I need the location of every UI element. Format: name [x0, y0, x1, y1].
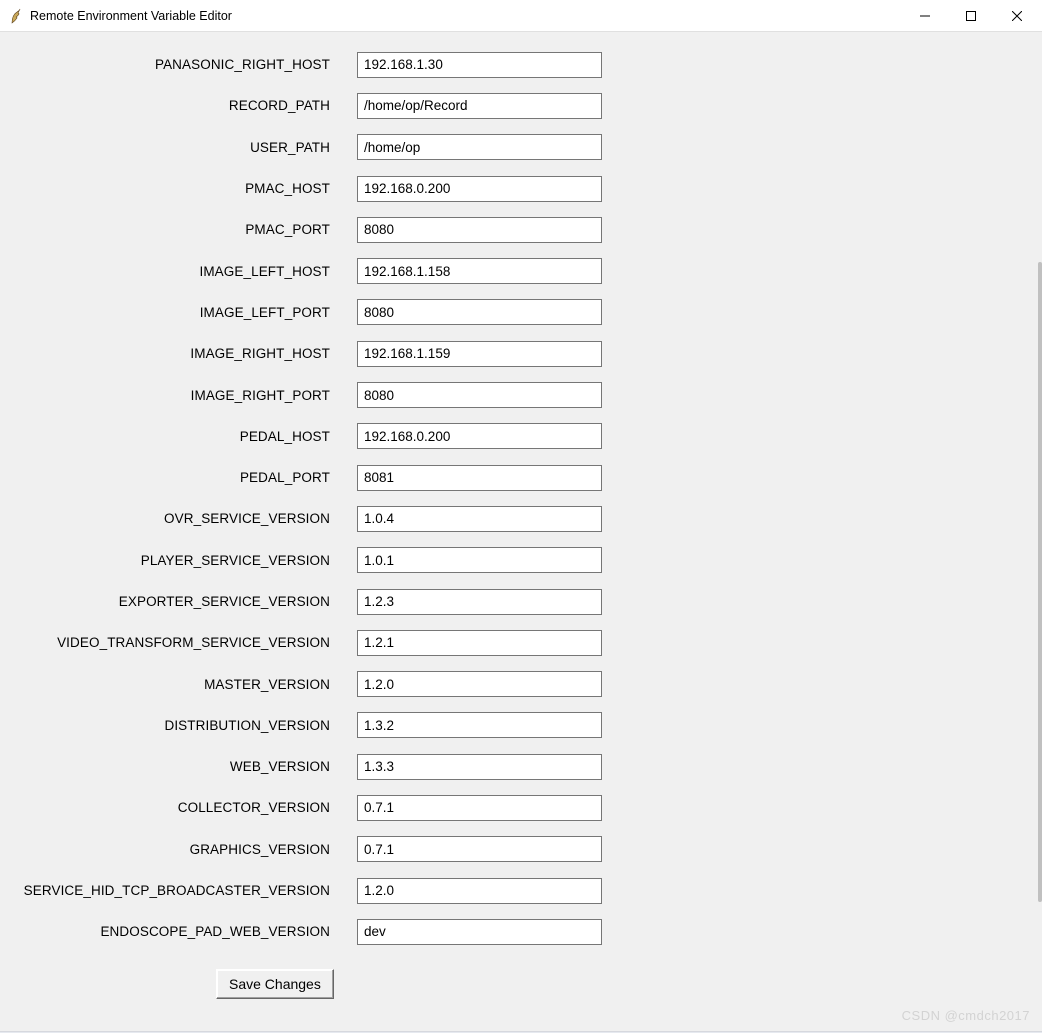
- field-row: COLLECTOR_VERSION: [0, 787, 1042, 828]
- field-row: PLAYER_SERVICE_VERSION: [0, 540, 1042, 581]
- field-input[interactable]: [357, 506, 602, 532]
- window-title: Remote Environment Variable Editor: [30, 9, 902, 23]
- field-row: PMAC_PORT: [0, 209, 1042, 250]
- field-input[interactable]: [357, 671, 602, 697]
- field-input[interactable]: [357, 258, 602, 284]
- field-input[interactable]: [357, 299, 602, 325]
- maximize-button[interactable]: [948, 0, 994, 31]
- field-label: IMAGE_LEFT_HOST: [0, 264, 340, 279]
- field-row: EXPORTER_SERVICE_VERSION: [0, 581, 1042, 622]
- field-input[interactable]: [357, 712, 602, 738]
- scrollbar[interactable]: [1036, 32, 1042, 975]
- field-input[interactable]: [357, 423, 602, 449]
- minimize-button[interactable]: [902, 0, 948, 31]
- field-input[interactable]: [357, 547, 602, 573]
- field-input[interactable]: [357, 836, 602, 862]
- field-label: IMAGE_RIGHT_HOST: [0, 346, 340, 361]
- close-button[interactable]: [994, 0, 1040, 31]
- field-row: USER_PATH: [0, 127, 1042, 168]
- field-label: ENDOSCOPE_PAD_WEB_VERSION: [0, 924, 340, 939]
- field-row: VIDEO_TRANSFORM_SERVICE_VERSION: [0, 622, 1042, 663]
- field-label: RECORD_PATH: [0, 98, 340, 113]
- field-input[interactable]: [357, 589, 602, 615]
- field-row: PANASONIC_RIGHT_HOST: [0, 44, 1042, 85]
- app-icon: [8, 8, 24, 24]
- field-label: PLAYER_SERVICE_VERSION: [0, 553, 340, 568]
- field-input[interactable]: [357, 878, 602, 904]
- field-label: PANASONIC_RIGHT_HOST: [0, 57, 340, 72]
- field-label: GRAPHICS_VERSION: [0, 842, 340, 857]
- field-row: ENDOSCOPE_PAD_WEB_VERSION: [0, 911, 1042, 952]
- field-row: IMAGE_RIGHT_PORT: [0, 374, 1042, 415]
- field-input[interactable]: [357, 754, 602, 780]
- field-row: SERVICE_HID_TCP_BROADCASTER_VERSION: [0, 870, 1042, 911]
- field-row: OVR_SERVICE_VERSION: [0, 498, 1042, 539]
- field-input[interactable]: [357, 93, 602, 119]
- field-label: DISTRIBUTION_VERSION: [0, 718, 340, 733]
- field-label: SERVICE_HID_TCP_BROADCASTER_VERSION: [0, 883, 340, 898]
- field-row: RECORD_PATH: [0, 85, 1042, 126]
- field-input[interactable]: [357, 919, 602, 945]
- field-row: PMAC_HOST: [0, 168, 1042, 209]
- save-button[interactable]: Save Changes: [216, 969, 334, 999]
- field-label: IMAGE_RIGHT_PORT: [0, 388, 340, 403]
- field-input[interactable]: [357, 134, 602, 160]
- button-row: Save Changes: [0, 953, 1042, 999]
- field-label: OVR_SERVICE_VERSION: [0, 511, 340, 526]
- field-label: USER_PATH: [0, 140, 340, 155]
- field-input[interactable]: [357, 795, 602, 821]
- field-row: DISTRIBUTION_VERSION: [0, 705, 1042, 746]
- field-input[interactable]: [357, 341, 602, 367]
- titlebar: Remote Environment Variable Editor: [0, 0, 1042, 32]
- field-label: COLLECTOR_VERSION: [0, 800, 340, 815]
- field-row: PEDAL_PORT: [0, 457, 1042, 498]
- field-row: IMAGE_RIGHT_HOST: [0, 333, 1042, 374]
- field-label: PEDAL_HOST: [0, 429, 340, 444]
- field-row: PEDAL_HOST: [0, 416, 1042, 457]
- field-input[interactable]: [357, 52, 602, 78]
- field-label: PMAC_HOST: [0, 181, 340, 196]
- field-label: PEDAL_PORT: [0, 470, 340, 485]
- field-label: VIDEO_TRANSFORM_SERVICE_VERSION: [0, 635, 340, 650]
- field-label: PMAC_PORT: [0, 222, 340, 237]
- field-input[interactable]: [357, 217, 602, 243]
- field-input[interactable]: [357, 630, 602, 656]
- field-row: MASTER_VERSION: [0, 663, 1042, 704]
- field-row: IMAGE_LEFT_PORT: [0, 292, 1042, 333]
- field-label: EXPORTER_SERVICE_VERSION: [0, 594, 340, 609]
- field-row: IMAGE_LEFT_HOST: [0, 250, 1042, 291]
- field-row: GRAPHICS_VERSION: [0, 829, 1042, 870]
- field-input[interactable]: [357, 176, 602, 202]
- field-input[interactable]: [357, 465, 602, 491]
- field-label: MASTER_VERSION: [0, 677, 340, 692]
- field-input[interactable]: [357, 382, 602, 408]
- form-content: PANASONIC_RIGHT_HOST RECORD_PATH USER_PATH…: [0, 32, 1042, 1033]
- scrollbar-thumb[interactable]: [1038, 262, 1042, 902]
- window-controls: [902, 0, 1040, 31]
- field-row: WEB_VERSION: [0, 746, 1042, 787]
- field-label: WEB_VERSION: [0, 759, 340, 774]
- field-label: IMAGE_LEFT_PORT: [0, 305, 340, 320]
